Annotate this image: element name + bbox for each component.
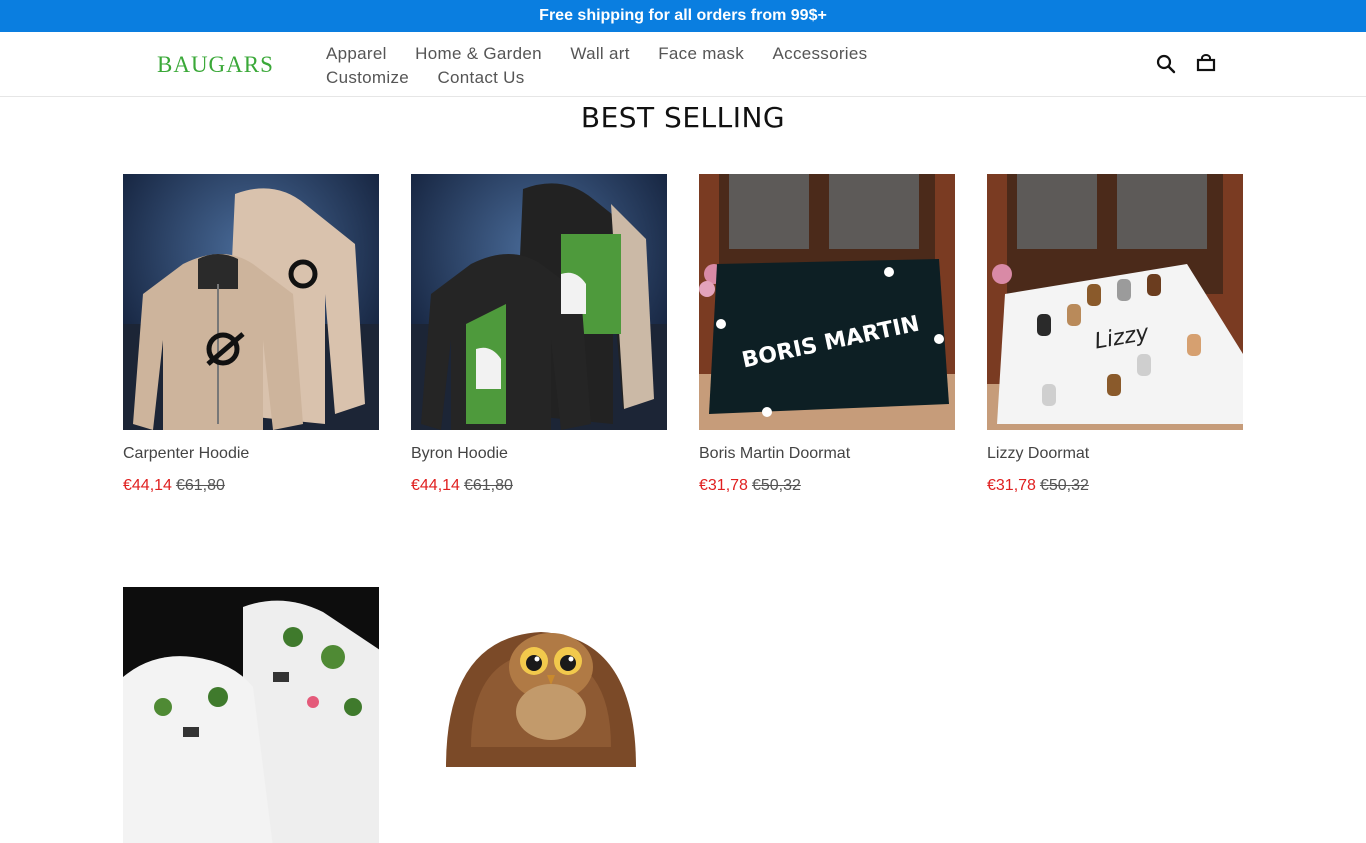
sale-price: €31,78 [987, 477, 1036, 494]
product-image-boris-martin-doormat[interactable]: BORIS MARTIN [699, 174, 955, 430]
product-image-tropical-hoodie[interactable] [123, 587, 379, 843]
nav-home-garden[interactable]: Home & Garden [415, 42, 542, 66]
product-image-carpenter-hoodie[interactable] [123, 174, 379, 430]
product-card [411, 587, 667, 843]
product-card [123, 587, 379, 843]
product-price: €44,14 €61,80 [411, 477, 667, 495]
product-price: €31,78 €50,32 [987, 477, 1243, 495]
original-price: €61,80 [175, 477, 225, 494]
sale-price: €44,14 [123, 477, 172, 494]
product-grid: Carpenter Hoodie €44,14 €61,80 Byron Hoo… [123, 174, 1243, 843]
product-image-lizzy-doormat[interactable]: Lizzy [987, 174, 1243, 430]
sale-price: €31,78 [699, 477, 748, 494]
product-card: Lizzy Lizzy Doormat €31,78 €50,32 [987, 174, 1243, 495]
original-price: €61,80 [463, 477, 513, 494]
store-logo[interactable]: BAUGARS [157, 52, 274, 78]
original-price: €50,32 [1039, 477, 1089, 494]
nav-wall-art[interactable]: Wall art [570, 42, 629, 66]
product-name[interactable]: Lizzy Doormat [987, 445, 1243, 463]
site-header: BAUGARS Apparel Home & Garden Wall art F… [0, 32, 1366, 97]
search-icon[interactable] [1156, 54, 1176, 74]
nav-customize[interactable]: Customize [326, 66, 409, 90]
product-name[interactable]: Carpenter Hoodie [123, 445, 379, 463]
nav-apparel[interactable]: Apparel [326, 42, 387, 66]
product-image-owl-cap[interactable] [411, 587, 667, 843]
product-name[interactable]: Byron Hoodie [411, 445, 667, 463]
original-price: €50,32 [751, 477, 801, 494]
header-icons [1156, 54, 1216, 74]
cart-icon[interactable] [1196, 54, 1216, 74]
product-card: Carpenter Hoodie €44,14 €61,80 [123, 174, 379, 495]
product-card: Byron Hoodie €44,14 €61,80 [411, 174, 667, 495]
sale-price: €44,14 [411, 477, 460, 494]
product-name[interactable]: Boris Martin Doormat [699, 445, 955, 463]
announcement-text: Free shipping for all orders from 99$+ [539, 7, 827, 24]
main-nav: Apparel Home & Garden Wall art Face mask… [326, 42, 966, 90]
section-title: BEST SELLING [580, 101, 786, 134]
announcement-bar: Free shipping for all orders from 99$+ [0, 0, 1366, 32]
nav-contact-us[interactable]: Contact Us [437, 66, 524, 90]
product-image-byron-hoodie[interactable] [411, 174, 667, 430]
product-price: €44,14 €61,80 [123, 477, 379, 495]
nav-accessories[interactable]: Accessories [773, 42, 868, 66]
nav-face-mask[interactable]: Face mask [658, 42, 744, 66]
product-price: €31,78 €50,32 [699, 477, 955, 495]
product-card: BORIS MARTIN Boris Martin Doormat €31,78… [699, 174, 955, 495]
